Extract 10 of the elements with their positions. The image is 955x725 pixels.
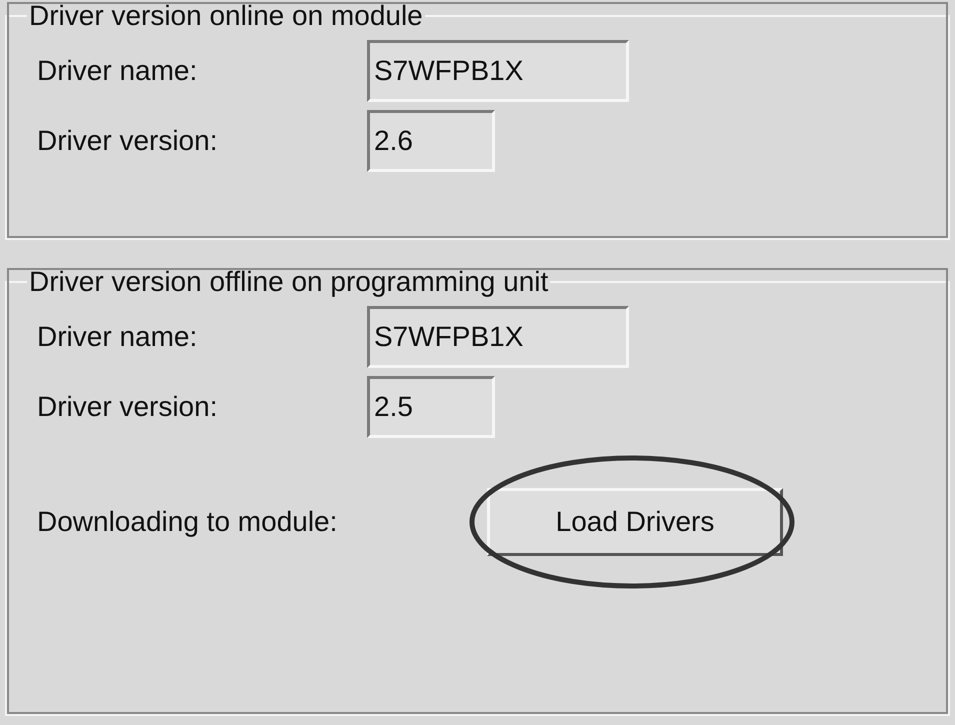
field-label: Downloading to module: <box>37 506 338 538</box>
load-drivers-button[interactable]: Load Drivers <box>487 488 783 556</box>
text-field[interactable]: S7WFPB1X <box>367 40 629 102</box>
field-label: Driver name: <box>37 321 198 353</box>
field-label: Driver name: <box>37 55 198 87</box>
field-label: Driver version: <box>37 391 218 423</box>
field-label: Driver version: <box>37 125 218 157</box>
text-field[interactable]: 2.6 <box>367 110 495 172</box>
text-field[interactable]: 2.5 <box>367 376 495 438</box>
text-field[interactable]: S7WFPB1X <box>367 306 629 368</box>
